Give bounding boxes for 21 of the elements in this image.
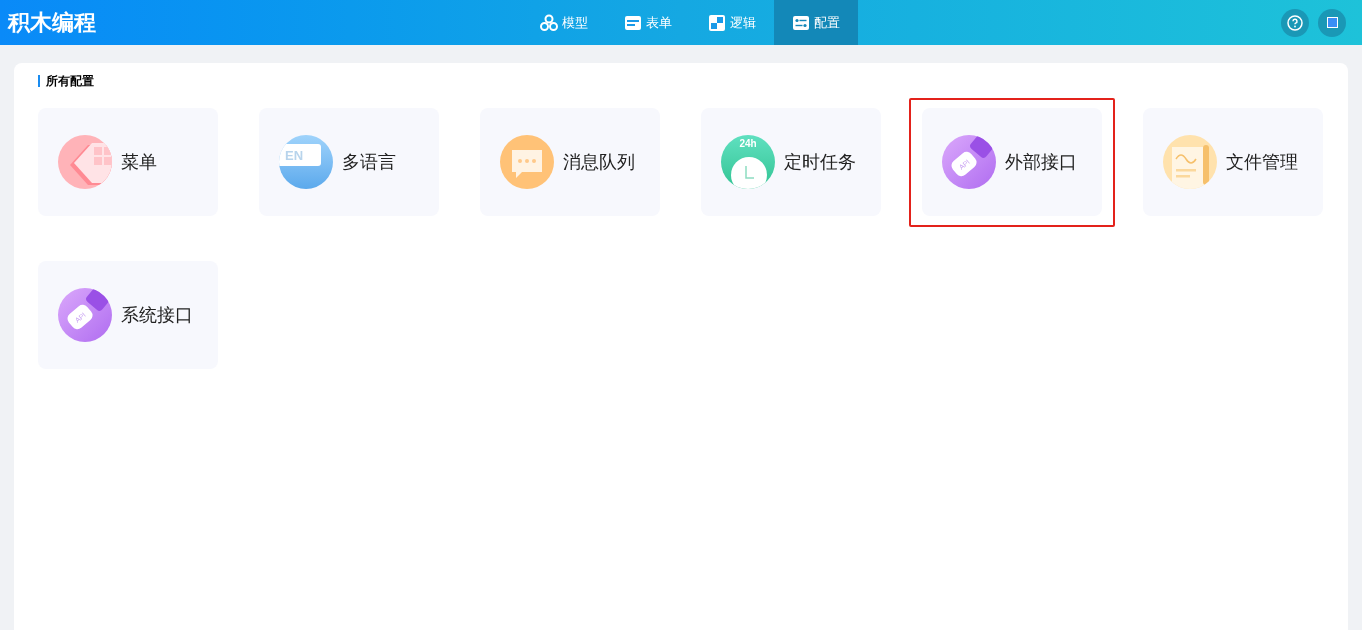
en-sign-icon: EN	[279, 135, 333, 189]
window-button[interactable]	[1318, 8, 1346, 37]
nav-tab[interactable]: 配置	[774, 0, 858, 45]
help-icon	[1287, 14, 1303, 31]
help-button[interactable]	[1281, 8, 1309, 37]
square-icon	[1326, 17, 1338, 28]
config-card[interactable]: EN 多语言	[259, 108, 439, 216]
form-icon	[624, 13, 642, 32]
chat-bubble-icon	[500, 135, 554, 189]
settings-icon	[792, 13, 810, 32]
document-icon	[1163, 135, 1217, 189]
cubes-icon	[540, 13, 558, 32]
config-card[interactable]: 文件管理	[1143, 108, 1323, 216]
app-title: 积木编程	[8, 9, 96, 37]
config-card[interactable]: 24h 定时任务	[701, 108, 881, 216]
config-card[interactable]: 菜单	[38, 108, 218, 216]
config-card[interactable]: 消息队列	[480, 108, 660, 216]
menu-grid-icon	[58, 135, 112, 189]
section-title: 所有配置	[46, 73, 94, 90]
clock-icon: 24h	[721, 135, 775, 189]
puzzle-icon	[708, 13, 726, 32]
